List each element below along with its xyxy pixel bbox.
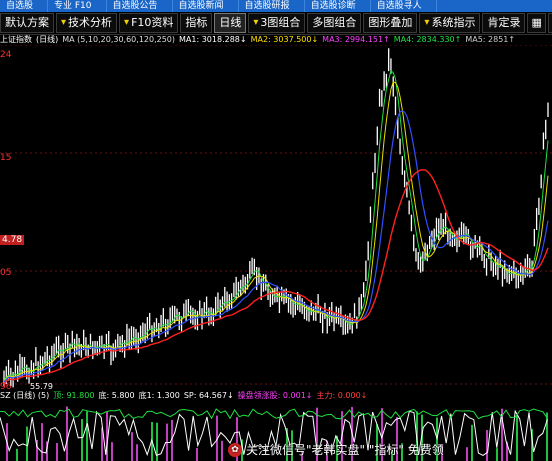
scheme-button[interactable]: 肯定录 <box>482 13 526 33</box>
sub-bar <box>221 440 223 461</box>
watermark-text: 关注微信号"老韩实盘" "指标" 免费领 <box>246 443 444 457</box>
period-label: (日线) <box>36 35 59 44</box>
top-tab[interactable]: 自选股 <box>0 0 49 12</box>
mark-button[interactable]: 标 <box>547 13 552 33</box>
f10-button[interactable]: ▾ F10资料 <box>119 13 179 33</box>
daily-label: 日线 <box>219 16 242 29</box>
f10-label: F10资料 <box>131 16 174 29</box>
sub-indicator-header: SZ (日线) (5) 顶: 91.800 底: 5.800 底1: 1.300 SP:… <box>0 391 552 401</box>
top-tab-bar: 自选股 专业 F10 自选股公告 自选股新闻 自选股研报 自选股诊断 自选股寻人 <box>0 0 552 12</box>
ma3-value: MA3: 2994.151↑ <box>322 35 390 44</box>
sub-v5: 操盘领涨股: 0.001↓ <box>237 391 313 400</box>
triangle-icon: ▾ <box>61 17 67 28</box>
ma4-value: MA4: 2834.330↑ <box>393 35 462 44</box>
sub-v4: SP: 64.567↓ <box>183 391 234 400</box>
overlay-button[interactable]: 图形叠加 <box>363 13 418 33</box>
sub-bar <box>136 444 138 461</box>
ma1-value: MA1: 3018.288↓ <box>179 35 247 44</box>
price-chart[interactable] <box>0 45 552 390</box>
scheme-label: 肯定录 <box>487 16 521 29</box>
daily-period-button[interactable]: 日线 <box>214 13 247 33</box>
top-tab[interactable]: 自选股公告 <box>107 0 173 12</box>
overlay-label: 图形叠加 <box>368 16 413 29</box>
chart-grid <box>0 45 552 385</box>
indicator-label: 指标 <box>185 16 208 29</box>
triangle-icon: ▾ <box>424 17 430 28</box>
default-scheme-button[interactable]: 默认方案 <box>0 13 54 33</box>
watermark: ✿ 关注微信号"老韩实盘" "指标" 免费领 <box>228 441 444 458</box>
current-price-tag: 4.78 <box>0 235 25 245</box>
ma-green-line <box>3 70 549 381</box>
y-label-05: 05 <box>0 268 12 278</box>
sub-bar <box>41 423 43 461</box>
ma-info-line: 上证指数 (日线) MA (5,10,20,30,60,120,250) MA1: 3… <box>0 34 552 45</box>
sub-v6: 主力: 0.000↓ <box>316 391 368 400</box>
paw-icon: ✿ <box>228 442 242 457</box>
triangle-icon: ▾ <box>124 17 130 28</box>
multi-graph-button[interactable]: 多图组合 <box>307 13 362 33</box>
sub-bar <box>466 447 468 461</box>
sub-bar <box>471 424 473 461</box>
sub-bar <box>86 411 88 461</box>
system-indicator-label: 系统指示 <box>431 16 476 29</box>
sub-bar <box>131 432 133 461</box>
sub-v2: 底: 5.800 <box>98 391 135 400</box>
multi-combo-label: 3图组合 <box>260 16 301 29</box>
top-tab[interactable]: 自选股寻人 <box>371 0 437 12</box>
top-tab[interactable]: 专业 F10 <box>48 0 107 12</box>
index-name: 上证指数 <box>0 35 32 44</box>
tech-analysis-button[interactable]: ▾ 技术分析 <box>56 13 118 33</box>
grid-icon[interactable]: ▦ <box>527 13 546 33</box>
sub-bar <box>111 442 113 461</box>
y-label-15: 15 <box>0 153 12 163</box>
top-tab[interactable]: 自选股研报 <box>239 0 305 12</box>
top-tab[interactable]: 自选股诊断 <box>305 0 371 12</box>
ma5-value: MA5: 2851↑ <box>465 35 516 44</box>
sub-bar <box>486 430 488 461</box>
ma-params: MA (5,10,20,30,60,120,250) <box>62 35 176 44</box>
sub-bar <box>16 448 18 461</box>
low-price-label: 55.79 <box>30 382 53 391</box>
top-tab[interactable]: 自选股新闻 <box>173 0 239 12</box>
system-indicator-button[interactable]: ▾ 系统指示 <box>419 13 481 33</box>
toolbar: 默认方案 ▾ 技术分析 ▾ F10资料 指标 日线 ▾ 3图组合 多图组合 图形叠加 … <box>0 12 552 35</box>
sub-bar <box>196 447 198 461</box>
multi-graph-label: 多图组合 <box>312 16 357 29</box>
sub-bar <box>66 406 68 461</box>
multi-combo-button[interactable]: ▾ 3图组合 <box>248 13 306 33</box>
sub-bar <box>496 448 498 461</box>
sub-label: SZ (日线) (5) <box>0 391 50 400</box>
ma2-value: MA2: 3037.500↓ <box>250 35 319 44</box>
sub-bar <box>516 414 518 461</box>
sub-bar <box>81 419 83 461</box>
default-scheme-label: 默认方案 <box>5 16 49 29</box>
triangle-icon: ▾ <box>253 17 259 28</box>
candle-series <box>3 48 549 388</box>
y-label-24: 24 <box>0 50 12 60</box>
sub-v3: 底1: 1.300 <box>138 391 180 400</box>
sub-v1: 顶: 91.800 <box>53 391 95 400</box>
tech-analysis-label: 技术分析 <box>68 16 113 29</box>
sub-bar <box>56 443 58 461</box>
indicator-button[interactable]: 指标 <box>180 13 213 33</box>
